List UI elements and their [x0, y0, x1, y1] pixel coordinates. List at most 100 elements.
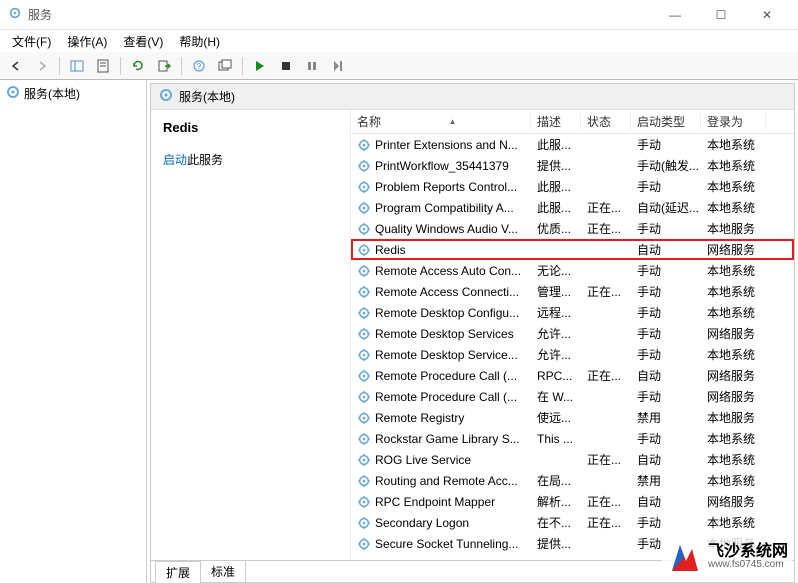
start-button[interactable] [248, 55, 272, 77]
maximize-button[interactable]: ☐ [698, 0, 744, 30]
tab-extended[interactable]: 扩展 [155, 561, 201, 583]
col-desc[interactable]: 描述 [531, 113, 581, 130]
service-row[interactable]: Remote Access Auto Con...无论...手动本地系统 [351, 260, 794, 281]
tab-standard[interactable]: 标准 [200, 560, 246, 582]
close-button[interactable]: ✕ [744, 0, 790, 30]
service-row[interactable]: Redis自动网络服务 [351, 239, 794, 260]
sidebar-root-label: 服务(本地) [24, 85, 80, 102]
svc-name: Printer Extensions and N... [375, 138, 518, 152]
menu-action[interactable]: 操作(A) [59, 31, 115, 52]
stop-button[interactable] [274, 55, 298, 77]
col-name[interactable]: 名称▲ [351, 113, 531, 130]
window-title: 服务 [28, 6, 652, 23]
svc-status: 正在... [581, 220, 631, 237]
list-pane: 名称▲ 描述 状态 启动类型 登录为 Printer Extensions an… [351, 110, 794, 560]
gear-icon [357, 495, 371, 509]
svc-name: Remote Desktop Service... [375, 348, 518, 362]
refresh-button[interactable] [126, 55, 150, 77]
menu-view[interactable]: 查看(V) [115, 31, 171, 52]
svc-name: Remote Procedure Call (... [375, 390, 517, 404]
svc-name: Quality Windows Audio V... [375, 222, 518, 236]
svc-start: 自动 [631, 451, 701, 468]
svc-start: 手动 [631, 220, 701, 237]
service-row[interactable]: ROG Live Service正在...自动本地系统 [351, 449, 794, 470]
export-button[interactable] [152, 55, 176, 77]
service-row[interactable]: Rockstar Game Library S...This ...手动本地系统 [351, 428, 794, 449]
gear-icon [357, 222, 371, 236]
detail-pane: Redis 启动此服务 [151, 110, 351, 560]
service-row[interactable]: RPC Endpoint Mapper解析...正在...自动网络服务 [351, 491, 794, 512]
service-row[interactable]: Secondary Logon在不...正在...手动本地系统 [351, 512, 794, 533]
gear-icon [357, 390, 371, 404]
service-row[interactable]: PrintWorkflow_35441379提供...手动(触发...本地系统 [351, 155, 794, 176]
service-row[interactable]: Remote Procedure Call (...在 W...手动网络服务 [351, 386, 794, 407]
svc-name: Problem Reports Control... [375, 180, 517, 194]
pause-button[interactable] [300, 55, 324, 77]
forward-button[interactable] [30, 55, 54, 77]
svc-desc: 在局... [531, 472, 581, 489]
action-row: 启动此服务 [163, 151, 338, 168]
svc-logon: 网络服务 [701, 241, 766, 258]
gear-icon [357, 348, 371, 362]
svc-logon: 本地系统 [701, 136, 766, 153]
new-window-button[interactable] [213, 55, 237, 77]
svc-logon: 本地服务 [701, 409, 766, 426]
content-title: 服务(本地) [179, 88, 235, 105]
services-icon [159, 88, 173, 105]
minimize-button[interactable]: — [652, 0, 698, 30]
svc-logon: 本地系统 [701, 472, 766, 489]
svc-status: 正在... [581, 451, 631, 468]
selected-service-name: Redis [163, 120, 338, 135]
service-row[interactable]: Quality Windows Audio V...优质...正在...手动本地… [351, 218, 794, 239]
gear-icon [357, 516, 371, 530]
gear-icon [357, 537, 371, 551]
col-start[interactable]: 启动类型 [631, 113, 701, 130]
svc-status: 正在... [581, 283, 631, 300]
help-button[interactable]: ? [187, 55, 211, 77]
svc-desc: 在 W... [531, 388, 581, 405]
svc-name: ROG Live Service [375, 453, 471, 467]
svc-start: 手动 [631, 178, 701, 195]
service-row[interactable]: Remote Desktop Configu...远程...手动本地系统 [351, 302, 794, 323]
service-row[interactable]: Program Compatibility A...此服...正在...自动(延… [351, 197, 794, 218]
svc-start: 自动 [631, 367, 701, 384]
show-hide-tree-button[interactable] [65, 55, 89, 77]
svc-logon: 本地系统 [701, 514, 766, 531]
svc-logon: 本地系统 [701, 262, 766, 279]
start-link[interactable]: 启动 [163, 153, 187, 167]
svc-start: 手动 [631, 262, 701, 279]
svc-status: 正在... [581, 367, 631, 384]
service-row[interactable]: Remote Desktop Service...允许...手动本地系统 [351, 344, 794, 365]
svc-name: PrintWorkflow_35441379 [375, 159, 509, 173]
gear-icon [357, 411, 371, 425]
service-row[interactable]: Remote Registry使远...禁用本地服务 [351, 407, 794, 428]
menu-help[interactable]: 帮助(H) [171, 31, 228, 52]
service-row[interactable]: Problem Reports Control...此服...手动本地系统 [351, 176, 794, 197]
svc-start: 禁用 [631, 472, 701, 489]
svc-name: Program Compatibility A... [375, 201, 514, 215]
gear-icon [357, 432, 371, 446]
gear-icon [357, 369, 371, 383]
svc-start: 手动 [631, 514, 701, 531]
service-row[interactable]: Remote Desktop Services允许...手动网络服务 [351, 323, 794, 344]
svg-text:?: ? [197, 62, 202, 71]
sidebar-root[interactable]: 服务(本地) [0, 83, 146, 104]
list-rows[interactable]: Printer Extensions and N...此服...手动本地系统Pr… [351, 134, 794, 560]
back-button[interactable] [4, 55, 28, 77]
properties-button[interactable] [91, 55, 115, 77]
svc-logon: 本地系统 [701, 178, 766, 195]
services-icon [6, 85, 20, 102]
gear-icon [357, 306, 371, 320]
svc-name: Remote Access Connecti... [375, 285, 519, 299]
service-row[interactable]: Routing and Remote Acc...在局...禁用本地系统 [351, 470, 794, 491]
col-logon[interactable]: 登录为 [701, 113, 766, 130]
svc-logon: 本地系统 [701, 283, 766, 300]
col-status[interactable]: 状态 [581, 113, 631, 130]
menu-file[interactable]: 文件(F) [4, 31, 59, 52]
list-header: 名称▲ 描述 状态 启动类型 登录为 [351, 110, 794, 134]
restart-button[interactable] [326, 55, 350, 77]
service-row[interactable]: Remote Procedure Call (...RPC...正在...自动网… [351, 365, 794, 386]
svc-logon: 本地系统 [701, 304, 766, 321]
service-row[interactable]: Printer Extensions and N...此服...手动本地系统 [351, 134, 794, 155]
service-row[interactable]: Remote Access Connecti...管理...正在...手动本地系… [351, 281, 794, 302]
